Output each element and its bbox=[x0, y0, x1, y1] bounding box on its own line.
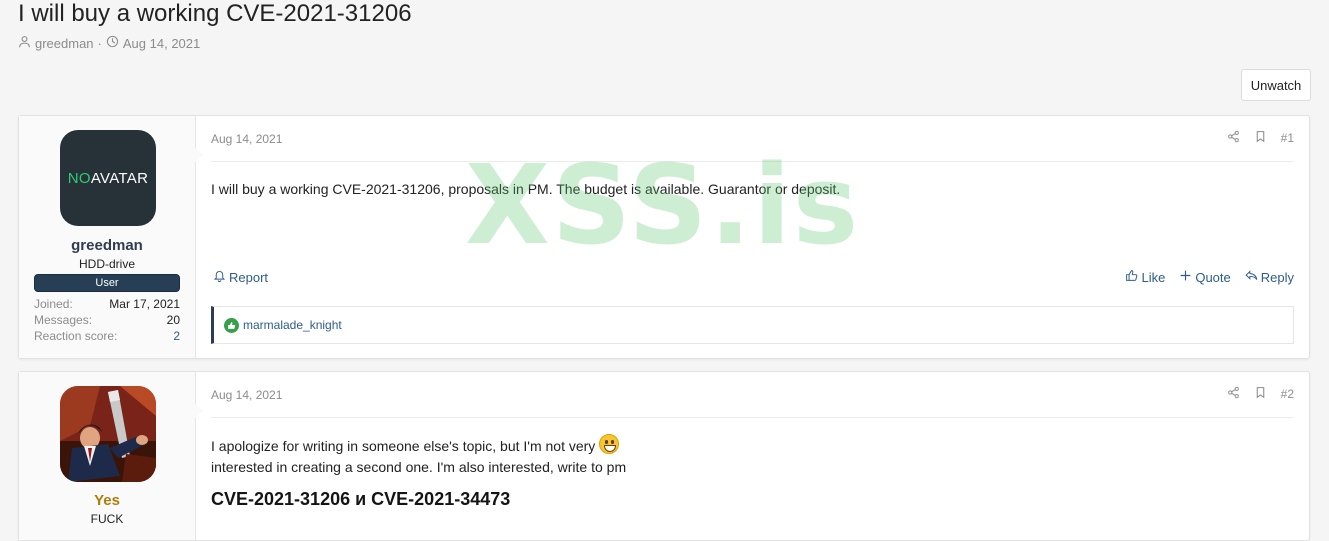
post-1: NO AVATAR greedman HDD-drive User Joined… bbox=[18, 115, 1310, 359]
post-user-panel: NO AVATAR greedman HDD-drive User Joined… bbox=[19, 116, 196, 358]
reply-label: Reply bbox=[1260, 269, 1294, 285]
plus-icon bbox=[1179, 269, 1192, 285]
post-main: Aug 14, 2021 #1 I will buy a working CVE… bbox=[211, 116, 1294, 358]
post-divider bbox=[211, 161, 1294, 162]
user-banner: User bbox=[34, 274, 180, 292]
thread-title: I will buy a working CVE-2021-31206 bbox=[18, 0, 412, 27]
user-title: HDD-drive bbox=[78, 257, 135, 271]
unwatch-button[interactable]: Unwatch bbox=[1241, 69, 1311, 101]
avatar-avatar-text: AVATAR bbox=[90, 169, 149, 187]
post-tools: #2 bbox=[1227, 386, 1294, 402]
post-main: Aug 14, 2021 #2 I apologize for writing … bbox=[211, 372, 1294, 540]
quote-label: Quote bbox=[1195, 269, 1231, 285]
stat-value[interactable]: 2 bbox=[173, 328, 180, 344]
reactions-user-link[interactable]: marmalade_knight bbox=[243, 318, 342, 332]
username-link[interactable]: greedman bbox=[19, 237, 195, 254]
stat-label: Reaction score: bbox=[34, 329, 118, 343]
grinning-emoji-icon bbox=[599, 434, 620, 454]
post-body: I will buy a working CVE-2021-31206, pro… bbox=[211, 181, 841, 197]
post-action-group: Like Quote Reply bbox=[1125, 269, 1294, 285]
post-tools: #1 bbox=[1227, 130, 1294, 146]
user-title: FUCK bbox=[90, 512, 124, 526]
stat-value: Mar 17, 2021 bbox=[109, 297, 180, 311]
thread-meta: greedman · Aug 14, 2021 bbox=[18, 35, 200, 51]
post-heading: CVE-2021-31206 и CVE-2021-34473 bbox=[211, 489, 511, 509]
bookmark-icon[interactable] bbox=[1254, 130, 1267, 146]
stat-label: Joined: bbox=[34, 297, 73, 311]
user-icon bbox=[18, 35, 31, 51]
reactions-bar[interactable]: marmalade_knight bbox=[211, 306, 1294, 344]
post-body-line: interested in creating a second one. I'm… bbox=[211, 459, 627, 475]
share-icon[interactable] bbox=[1227, 386, 1240, 402]
post-number-link[interactable]: #1 bbox=[1281, 131, 1294, 145]
avatar[interactable] bbox=[60, 386, 156, 482]
clock-icon bbox=[106, 35, 119, 51]
like-button[interactable]: Like bbox=[1125, 269, 1165, 285]
post-date-link[interactable]: Aug 14, 2021 bbox=[211, 388, 282, 402]
thumbs-up-icon bbox=[1125, 269, 1138, 285]
stat-messages: Messages: 20 bbox=[34, 312, 180, 328]
user-panel-arrow bbox=[194, 147, 203, 163]
avatar-no-text: NO bbox=[67, 169, 91, 187]
report-button[interactable]: Report bbox=[213, 269, 268, 285]
post-body: I apologize for writing in someone else'… bbox=[211, 434, 626, 478]
username-link[interactable]: Yes bbox=[19, 492, 195, 509]
thread-date-link[interactable]: Aug 14, 2021 bbox=[123, 36, 200, 51]
like-reaction-icon bbox=[224, 317, 239, 333]
share-icon[interactable] bbox=[1227, 130, 1240, 146]
bell-icon bbox=[213, 269, 226, 285]
thread-author-link[interactable]: greedman bbox=[35, 36, 94, 51]
post-user-panel: Yes FUCK bbox=[19, 372, 196, 540]
post-date-link[interactable]: Aug 14, 2021 bbox=[211, 132, 282, 146]
stat-joined: Joined: Mar 17, 2021 bbox=[34, 296, 180, 312]
meta-separator: · bbox=[97, 35, 102, 51]
reply-button[interactable]: Reply bbox=[1245, 269, 1294, 285]
post-divider bbox=[211, 417, 1294, 418]
bookmark-icon[interactable] bbox=[1254, 386, 1267, 402]
stat-reaction-score: Reaction score: 2 bbox=[34, 328, 180, 344]
user-stats: Joined: Mar 17, 2021 Messages: 20 Reacti… bbox=[34, 296, 180, 344]
post-body-line: I apologize for writing in someone else'… bbox=[211, 438, 596, 454]
stat-label: Messages: bbox=[34, 313, 93, 327]
user-panel-arrow bbox=[194, 403, 203, 419]
avatar[interactable]: NO AVATAR bbox=[60, 130, 156, 226]
like-label: Like bbox=[1141, 269, 1166, 285]
report-label: Report bbox=[229, 269, 269, 285]
post-number-link[interactable]: #2 bbox=[1281, 387, 1294, 401]
reply-icon bbox=[1245, 269, 1258, 285]
quote-button[interactable]: Quote bbox=[1179, 269, 1231, 285]
stat-value[interactable]: 20 bbox=[167, 312, 180, 328]
